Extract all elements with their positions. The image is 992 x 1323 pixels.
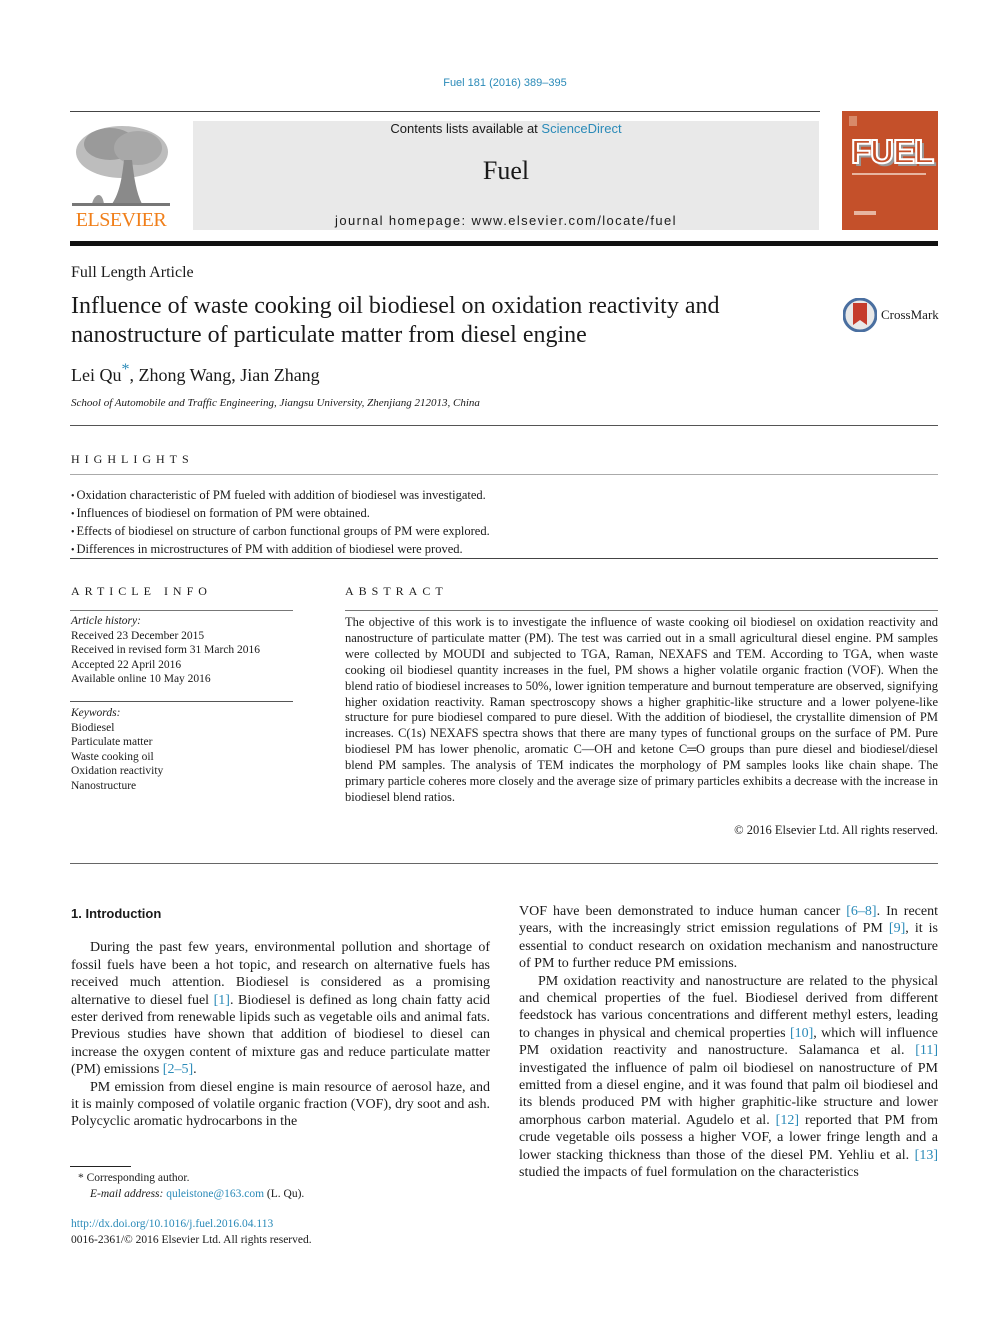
body-paragraph: During the past few years, environmental… (71, 940, 491, 1078)
journal-cover-image[interactable]: FUEL (842, 111, 938, 230)
email-suffix: (L. Qu). (264, 1188, 305, 1200)
citation-link[interactable]: [2–5] (163, 1062, 193, 1077)
email-label: E-mail address: (90, 1188, 167, 1200)
history-item: Received 23 December 2015 (71, 629, 205, 642)
abstract-heading: ABSTRACT (345, 584, 448, 598)
citation-link[interactable]: [10] (790, 1026, 813, 1041)
affiliation: School of Automobile and Traffic Enginee… (71, 397, 480, 409)
journal-header-box: Contents lists available at ScienceDirec… (193, 121, 819, 230)
author-list: Lei Qu*, Zhong Wang, Jian Zhang (71, 362, 320, 386)
elsevier-tree-icon (72, 126, 170, 206)
abstract-text: The objective of this work is to investi… (345, 615, 938, 804)
history-item: Accepted 22 April 2016 (71, 658, 182, 671)
keyword-item: Nanostructure (71, 779, 137, 792)
article-title: Influence of waste cooking oil biodiesel… (71, 293, 720, 348)
citation-link[interactable]: [13] (915, 1148, 938, 1163)
citation-link[interactable]: [6–8] (846, 904, 876, 919)
contents-line: Contents lists available at ScienceDirec… (193, 121, 819, 136)
author-name[interactable]: Jian Zhang (240, 365, 319, 385)
divider (70, 610, 293, 611)
body-paragraph: PM emission from diesel engine is main r… (71, 1079, 490, 1130)
body-column-left: 1. Introduction During the past few year… (71, 903, 490, 1131)
citation-link[interactable]: [11] (915, 1043, 938, 1058)
crossmark-button[interactable]: CrossMark (843, 297, 943, 333)
body-column-right: VOF have been demonstrated to induce hum… (519, 903, 938, 1182)
highlight-item: Oxidation characteristic of PM fueled wi… (71, 487, 490, 505)
keyword-item: Waste cooking oil (71, 750, 154, 763)
citation-link[interactable]: [9] (889, 921, 905, 936)
header-thick-divider (70, 241, 938, 246)
cover-badge-icon (849, 116, 857, 126)
highlight-item: Effects of biodiesel on structure of car… (71, 523, 490, 541)
cover-footer-bar (854, 211, 876, 215)
doi-block: http://dx.doi.org/10.1016/j.fuel.2016.04… (71, 1216, 312, 1248)
article-history: Article history: Received 23 December 20… (71, 614, 260, 687)
elsevier-logo[interactable]: ELSEVIER (70, 120, 172, 232)
footnote: * Corresponding author. E-mail address: … (78, 1170, 304, 1202)
section-heading-introduction: 1. Introduction (71, 906, 162, 921)
body-paragraph: VOF have been demonstrated to induce hum… (519, 904, 938, 972)
divider (70, 474, 938, 475)
sciencedirect-link[interactable]: ScienceDirect (541, 121, 621, 136)
keyword-item: Particulate matter (71, 736, 153, 749)
citation-link[interactable]: [1] (214, 993, 230, 1008)
highlights-heading: HIGHLIGHTS (71, 452, 194, 466)
keywords-label: Keywords: (71, 707, 121, 719)
crossmark-icon (843, 298, 877, 332)
author-separator: , (231, 365, 241, 385)
article-info-heading: ARTICLE INFO (71, 584, 212, 598)
article-type: Full Length Article (71, 264, 194, 281)
divider (70, 701, 293, 702)
divider (70, 863, 938, 864)
contents-prefix: Contents lists available at (390, 121, 542, 136)
footnote-marker: * (78, 1172, 84, 1184)
divider (345, 610, 938, 611)
keyword-item: Biodiesel (71, 721, 115, 734)
citation-link[interactable]: [12] (776, 1113, 799, 1128)
divider (70, 425, 938, 426)
crossmark-label: CrossMark (881, 307, 939, 322)
doi-link[interactable]: http://dx.doi.org/10.1016/j.fuel.2016.04… (71, 1216, 312, 1232)
body-paragraph: PM oxidation reactivity and nanostructur… (519, 973, 938, 1181)
cover-title: FUEL (850, 132, 935, 171)
keyword-item: Oxidation reactivity (71, 765, 164, 778)
issn-line: 0016-2361/© 2016 Elsevier Ltd. All right… (71, 1234, 312, 1246)
author-name[interactable]: Zhong Wang (138, 365, 231, 385)
highlight-item: Differences in microstructures of PM wit… (71, 541, 490, 559)
keywords: Keywords: Biodiesel Particulate matter Was… (71, 706, 163, 794)
abstract-copyright: © 2016 Elsevier Ltd. All rights reserved… (734, 823, 938, 837)
history-item: Received in revised form 31 March 2016 (71, 644, 261, 657)
divider (70, 558, 938, 559)
highlight-item: Influences of biodiesel on formation of … (71, 505, 490, 523)
email-link[interactable]: quleistone@163.com (166, 1188, 264, 1200)
cover-subtitle-bar (852, 173, 926, 175)
journal-reference-link[interactable]: Fuel 181 (2016) 389–395 (0, 77, 992, 89)
history-label: Article history: (71, 615, 141, 627)
corresponding-author-note: Corresponding author. (86, 1172, 190, 1184)
footnote-divider (70, 1166, 131, 1167)
journal-name: Fuel (482, 156, 530, 185)
top-divider (70, 111, 820, 112)
history-item: Available online 10 May 2016 (71, 673, 211, 686)
journal-homepage[interactable]: journal homepage: www.elsevier.com/locat… (193, 213, 819, 228)
highlights-list: Oxidation characteristic of PM fueled wi… (71, 487, 490, 559)
author-name[interactable]: Lei Qu (71, 365, 121, 385)
elsevier-wordmark: ELSEVIER (75, 209, 167, 231)
